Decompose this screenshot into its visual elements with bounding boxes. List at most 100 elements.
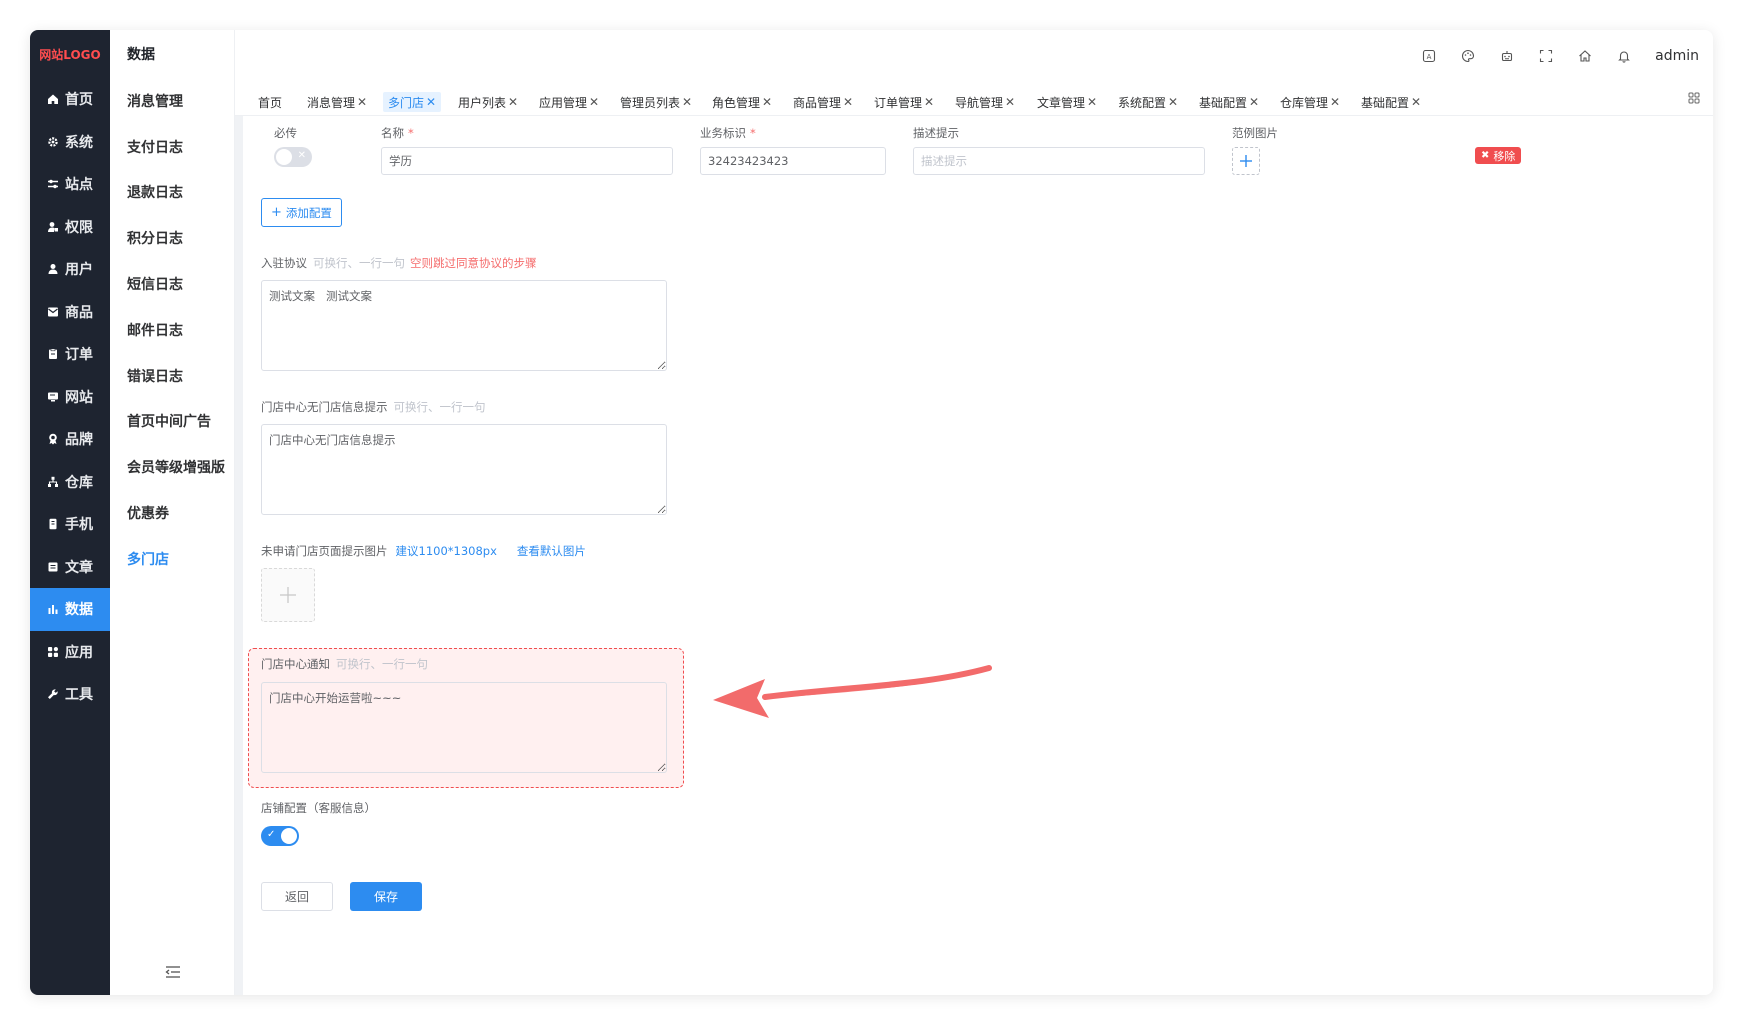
- tab-label: 用户列表: [458, 95, 507, 110]
- view-default-image-link[interactable]: 查看默认图片: [517, 544, 586, 558]
- submenu-title: 数据: [127, 47, 155, 63]
- sidebar-item-8[interactable]: 品牌: [30, 418, 110, 461]
- size-hint-link[interactable]: 建议1100*1308px: [396, 544, 497, 558]
- submenu-item-5[interactable]: 邮件日志: [110, 307, 234, 353]
- sidebar-item-6[interactable]: 订单: [30, 333, 110, 376]
- tab-3[interactable]: 用户列表 ✕: [453, 92, 523, 112]
- tab-0[interactable]: 首页: [253, 92, 287, 112]
- robot-icon[interactable]: [1496, 45, 1518, 67]
- name-input[interactable]: [381, 147, 673, 175]
- add-config-label: 添加配置: [285, 205, 332, 220]
- close-icon[interactable]: ✕: [357, 95, 367, 109]
- sidebar-item-label: 系统: [65, 134, 93, 151]
- sidebar-item-13[interactable]: 应用: [30, 631, 110, 674]
- add-config-button[interactable]: + 添加配置: [261, 198, 342, 227]
- sidebar-item-7[interactable]: 网站: [30, 376, 110, 419]
- tab-label: 基础配置: [1199, 95, 1248, 110]
- close-icon[interactable]: ✕: [762, 95, 772, 109]
- tab-14[interactable]: 基础配置 ✕: [1356, 92, 1426, 112]
- unapplied-image-label: 未申请门店页面提示图片 建议1100*1308px 查看默认图片: [261, 544, 586, 558]
- submenu-item-10[interactable]: 多门店: [110, 536, 234, 582]
- tab-label: 订单管理: [874, 95, 923, 110]
- close-icon[interactable]: ✕: [1168, 95, 1178, 109]
- palette-icon[interactable]: [1457, 45, 1479, 67]
- tab-2[interactable]: 多门店 ✕: [383, 92, 442, 112]
- no-store-tip-textarea[interactable]: 门店中心无门店信息提示: [261, 424, 667, 515]
- submenu-item-9[interactable]: 优惠券: [110, 490, 234, 536]
- close-icon[interactable]: ✕: [426, 95, 436, 109]
- back-button[interactable]: 返回: [261, 882, 333, 911]
- home-icon[interactable]: [1574, 45, 1596, 67]
- tab-label: 角色管理: [712, 95, 761, 110]
- sitemap-icon: [46, 475, 60, 489]
- document-icon: [46, 560, 60, 574]
- sidebar-item-2[interactable]: 站点: [30, 163, 110, 206]
- close-icon[interactable]: ✕: [1330, 95, 1340, 109]
- sidebar-item-1[interactable]: 系统: [30, 121, 110, 164]
- tab-5[interactable]: 管理员列表 ✕: [615, 92, 697, 112]
- submenu-item-1[interactable]: 支付日志: [110, 124, 234, 170]
- submenu-item-7[interactable]: 首页中间广告: [110, 399, 234, 445]
- site-logo: 网站LOGO: [39, 47, 101, 62]
- sidebar-item-9[interactable]: 仓库: [30, 461, 110, 504]
- sidebar-item-12[interactable]: 数据: [30, 588, 110, 631]
- submenu-item-8[interactable]: 会员等级增强版: [110, 444, 234, 490]
- close-icon[interactable]: ✕: [1411, 95, 1421, 109]
- save-button[interactable]: 保存: [350, 882, 422, 911]
- agreement-textarea[interactable]: 测试文案 测试文案: [261, 280, 667, 371]
- close-icon[interactable]: ✕: [508, 95, 518, 109]
- translate-icon[interactable]: A: [1418, 45, 1440, 67]
- desc-input[interactable]: [913, 147, 1205, 175]
- tab-label: 应用管理: [539, 95, 588, 110]
- shop-config-switch[interactable]: ✓: [261, 826, 299, 846]
- tab-13[interactable]: 仓库管理 ✕: [1275, 92, 1345, 112]
- award-icon: [46, 432, 60, 446]
- store-notice-textarea[interactable]: 门店中心开始运营啦~~~: [261, 682, 667, 773]
- required-switch[interactable]: ✕: [274, 147, 312, 167]
- sidebar-item-4[interactable]: 用户: [30, 248, 110, 291]
- sidebar-item-label: 首页: [65, 92, 93, 109]
- sidebar-item-5[interactable]: 商品: [30, 291, 110, 334]
- close-icon[interactable]: ✕: [1087, 95, 1097, 109]
- tab-1[interactable]: 消息管理 ✕: [302, 92, 372, 112]
- close-icon[interactable]: ✕: [843, 95, 853, 109]
- key-input[interactable]: [700, 147, 886, 175]
- sidebar-item-10[interactable]: 手机: [30, 503, 110, 546]
- submenu-item-0[interactable]: 消息管理: [110, 78, 234, 124]
- close-icon[interactable]: ✕: [589, 95, 599, 109]
- tab-label: 多门店: [388, 95, 425, 110]
- close-icon[interactable]: ✕: [682, 95, 692, 109]
- close-icon[interactable]: ✕: [924, 95, 934, 109]
- switch-knob: [276, 149, 292, 165]
- tab-12[interactable]: 基础配置 ✕: [1194, 92, 1264, 112]
- tab-10[interactable]: 文章管理 ✕: [1032, 92, 1102, 112]
- close-icon[interactable]: ✕: [1005, 95, 1015, 109]
- close-icon[interactable]: ✕: [1249, 95, 1259, 109]
- unapplied-image-upload[interactable]: [261, 568, 315, 622]
- bar-chart-icon: [46, 602, 60, 616]
- sidebar-item-14[interactable]: 工具: [30, 673, 110, 716]
- tab-4[interactable]: 应用管理 ✕: [534, 92, 604, 112]
- submenu-item-2[interactable]: 退款日志: [110, 170, 234, 216]
- submenu-item-6[interactable]: 错误日志: [110, 353, 234, 399]
- user-name[interactable]: admin: [1655, 48, 1699, 64]
- tabs-grid-icon[interactable]: [1687, 90, 1703, 106]
- submenu-item-4[interactable]: 短信日志: [110, 261, 234, 307]
- tab-6[interactable]: 角色管理 ✕: [707, 92, 777, 112]
- tab-8[interactable]: 订单管理 ✕: [869, 92, 939, 112]
- fullscreen-icon[interactable]: [1535, 45, 1557, 67]
- sample-image-upload[interactable]: [1232, 147, 1260, 175]
- sidebar-item-3[interactable]: 权限: [30, 206, 110, 249]
- plus-icon: [280, 587, 296, 603]
- bell-icon[interactable]: [1613, 45, 1635, 67]
- remove-config-button[interactable]: ✖ 移除: [1475, 147, 1522, 164]
- tab-11[interactable]: 系统配置 ✕: [1113, 92, 1183, 112]
- sidebar-item-0[interactable]: 首页: [30, 78, 110, 121]
- collapse-menu-icon[interactable]: [164, 963, 182, 981]
- sidebar-item-11[interactable]: 文章: [30, 546, 110, 589]
- sub-sidebar: 数据 消息管理 支付日志 退款日志 积分日志 短信日志 邮件日志 错误日志 首页中间广告 会员等…: [110, 30, 235, 995]
- tab-9[interactable]: 导航管理 ✕: [950, 92, 1020, 112]
- submenu-item-3[interactable]: 积分日志: [110, 215, 234, 261]
- tab-7[interactable]: 商品管理 ✕: [788, 92, 858, 112]
- required-label: 必传: [274, 126, 297, 140]
